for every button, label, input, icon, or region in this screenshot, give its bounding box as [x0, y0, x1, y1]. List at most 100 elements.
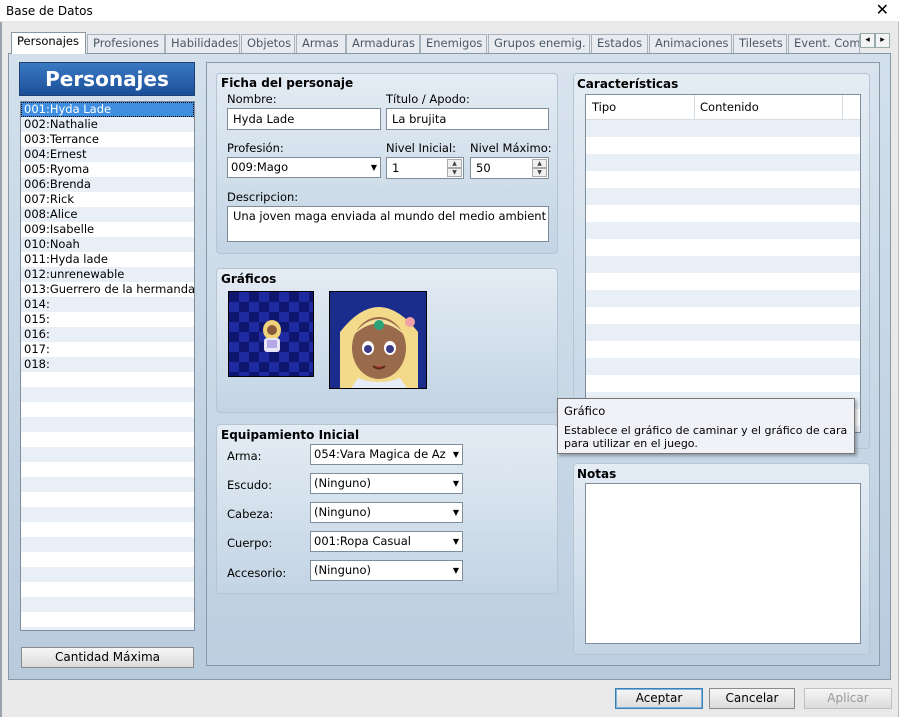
tab-grupos-enemig[interactable]: Grupos enemig. — [488, 34, 590, 53]
tab-scroll-right-icon[interactable]: ▸ — [875, 33, 890, 48]
table-row[interactable] — [586, 324, 860, 341]
tab-armas[interactable]: Armas — [296, 34, 346, 53]
notes-textarea[interactable] — [585, 483, 861, 644]
table-row[interactable] — [586, 171, 860, 188]
apply-button[interactable]: Aplicar — [804, 688, 892, 709]
table-row[interactable] — [586, 137, 860, 154]
cabeza-select[interactable]: (Ninguno) ▼ — [310, 502, 463, 523]
list-item[interactable]: 014: — [21, 297, 194, 312]
walk-graphic[interactable] — [228, 291, 314, 377]
caracteristicas-table[interactable]: Tipo Contenido — [585, 94, 861, 433]
tab-objetos[interactable]: Objetos — [241, 34, 295, 53]
escudo-select[interactable]: (Ninguno) ▼ — [310, 473, 463, 494]
face-graphic[interactable] — [329, 291, 427, 389]
list-item — [21, 582, 194, 597]
descripcion-field[interactable]: Una joven maga enviada al mundo del medi… — [227, 206, 549, 242]
tab-personajes[interactable]: Personajes — [11, 32, 86, 54]
list-item[interactable]: 011:Hyda lade — [21, 252, 194, 267]
list-item[interactable]: 007:Rick — [21, 192, 194, 207]
table-row[interactable] — [586, 188, 860, 205]
table-header: Tipo Contenido — [586, 95, 860, 120]
list-item[interactable]: 008:Alice — [21, 207, 194, 222]
spin-up-icon[interactable]: ▲ — [532, 159, 547, 168]
list-item — [21, 477, 194, 492]
profesion-select[interactable]: 009:Mago ▼ — [227, 157, 381, 178]
list-item — [21, 432, 194, 447]
list-item[interactable]: 005:Ryoma — [21, 162, 194, 177]
list-item[interactable]: 010:Noah — [21, 237, 194, 252]
table-row[interactable] — [586, 222, 860, 239]
arma-select[interactable]: 054:Vara Magica de Az ▼ — [310, 444, 463, 465]
table-row[interactable] — [586, 239, 860, 256]
table-row[interactable] — [586, 290, 860, 307]
nivel-maximo-label: Nivel Máximo: — [470, 141, 552, 155]
list-item — [21, 507, 194, 522]
cuerpo-value: 001:Ropa Casual — [314, 534, 411, 548]
list-item[interactable]: 002:Nathalie — [21, 117, 194, 132]
table-row[interactable] — [586, 307, 860, 324]
list-item[interactable]: 018: — [21, 357, 194, 372]
nombre-field[interactable]: Hyda Lade — [227, 108, 381, 130]
list-item[interactable]: 004:Ernest — [21, 147, 194, 162]
tab-scroll-left-icon[interactable]: ◂ — [860, 33, 875, 48]
list-item — [21, 597, 194, 612]
table-row[interactable] — [586, 341, 860, 358]
titulo-field[interactable]: La brujita — [386, 108, 549, 130]
nivel-inicial-label: Nivel Inicial: — [386, 141, 457, 155]
list-item[interactable]: 016: — [21, 327, 194, 342]
graficos-title: Gráficos — [221, 272, 277, 286]
tab-estados[interactable]: Estados — [591, 34, 648, 53]
cancel-button[interactable]: Cancelar — [709, 688, 795, 709]
notas-title: Notas — [577, 467, 617, 481]
nivel-inicial-spinner[interactable]: ▲ ▼ — [447, 159, 462, 177]
arma-label: Arma: — [227, 449, 262, 463]
list-item[interactable]: 006:Brenda — [21, 177, 194, 192]
list-item[interactable]: 015: — [21, 312, 194, 327]
accept-button[interactable]: Aceptar — [615, 688, 703, 709]
table-row[interactable] — [586, 120, 860, 137]
col-divider — [694, 95, 695, 119]
accesorio-select[interactable]: (Ninguno) ▼ — [310, 560, 463, 581]
close-icon[interactable]: ✕ — [876, 1, 889, 19]
tab-bar: Personajes Profesiones Habilidades Objet… — [8, 32, 888, 54]
list-item — [21, 417, 194, 432]
list-item[interactable]: 012:unrenewable — [21, 267, 194, 282]
list-item — [21, 612, 194, 627]
table-row[interactable] — [586, 358, 860, 375]
tab-tilesets[interactable]: Tilesets — [733, 34, 787, 53]
nivel-inicial-field[interactable]: 1 ▲ ▼ — [386, 157, 464, 179]
nivel-maximo-spinner[interactable]: ▲ ▼ — [532, 159, 547, 177]
list-item[interactable]: 013:Guerrero de la hermanda — [21, 282, 194, 297]
profesion-value: 009:Mago — [231, 160, 289, 174]
grafico-tooltip: Gráfico Establece el gráfico de caminar … — [557, 398, 855, 454]
tab-armaduras[interactable]: Armaduras — [346, 34, 420, 53]
list-item[interactable]: 001:Hyda Lade — [21, 102, 194, 117]
tab-habilidades[interactable]: Habilidades — [165, 34, 240, 53]
nivel-maximo-field[interactable]: 50 ▲ ▼ — [470, 157, 549, 179]
max-count-button[interactable]: Cantidad Máxima — [21, 647, 194, 668]
tab-animaciones[interactable]: Animaciones — [649, 34, 732, 53]
character-list[interactable]: 001:Hyda Lade 002:Nathalie 003:Terrance … — [20, 101, 195, 631]
table-row[interactable] — [586, 256, 860, 273]
escudo-label: Escudo: — [227, 478, 273, 492]
col-contenido[interactable]: Contenido — [700, 100, 759, 114]
spin-up-icon[interactable]: ▲ — [447, 159, 462, 168]
list-item[interactable]: 009:Isabelle — [21, 222, 194, 237]
col-tipo[interactable]: Tipo — [592, 100, 616, 114]
list-item[interactable]: 003:Terrance — [21, 132, 194, 147]
chevron-down-icon: ▼ — [452, 508, 459, 517]
table-row[interactable] — [586, 205, 860, 222]
spin-down-icon[interactable]: ▼ — [532, 168, 547, 177]
tab-event-com[interactable]: Event. Com — [788, 34, 860, 53]
chevron-down-icon: ▼ — [452, 479, 459, 488]
table-row[interactable] — [586, 375, 860, 392]
table-row[interactable] — [586, 273, 860, 290]
tooltip-title: Gráfico — [564, 404, 606, 418]
tab-enemigos[interactable]: Enemigos — [420, 34, 487, 53]
col-divider — [842, 95, 843, 119]
table-row[interactable] — [586, 154, 860, 171]
list-item[interactable]: 017: — [21, 342, 194, 357]
cuerpo-select[interactable]: 001:Ropa Casual ▼ — [310, 531, 463, 552]
tab-profesiones[interactable]: Profesiones — [87, 34, 165, 53]
spin-down-icon[interactable]: ▼ — [447, 168, 462, 177]
